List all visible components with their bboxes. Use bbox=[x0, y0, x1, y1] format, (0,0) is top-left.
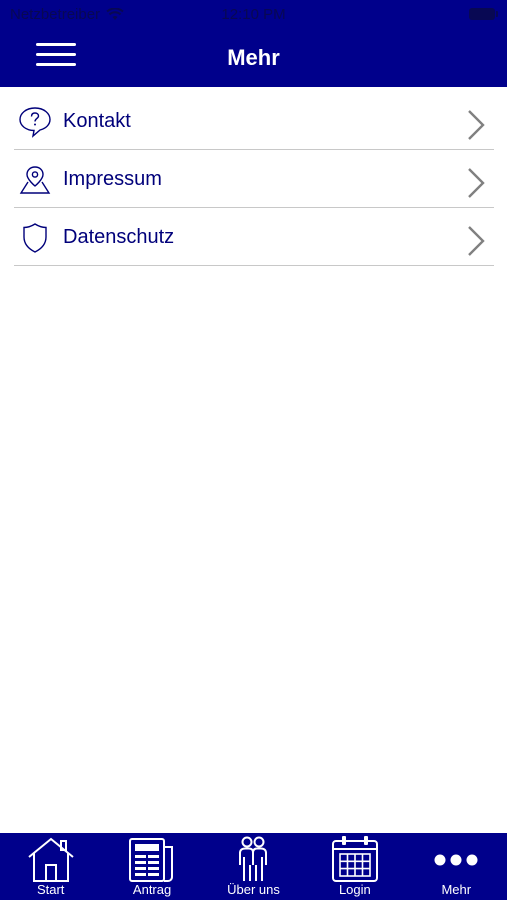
more-dots-icon bbox=[434, 854, 478, 866]
menu-item-kontakt[interactable]: Kontakt bbox=[14, 92, 494, 150]
more-menu-list: Kontakt Impressum Datenschutz bbox=[14, 92, 494, 266]
tab-start[interactable]: Start bbox=[0, 833, 101, 900]
tab-mehr[interactable]: Mehr bbox=[406, 833, 507, 900]
menu-item-label: Impressum bbox=[63, 168, 162, 190]
nav-header: Netzbetreiber 12:10 PM Mehr bbox=[0, 0, 507, 87]
menu-item-impressum[interactable]: Impressum bbox=[14, 150, 494, 208]
status-bar: Netzbetreiber 12:10 PM bbox=[0, 0, 507, 30]
tab-login[interactable]: Login bbox=[304, 833, 405, 900]
home-icon bbox=[28, 837, 74, 882]
question-bubble-icon bbox=[19, 107, 51, 138]
tab-label: Über uns bbox=[227, 882, 280, 897]
location-pin-icon bbox=[19, 166, 51, 194]
page-title: Mehr bbox=[227, 45, 280, 70]
tab-ueber-uns[interactable]: Über uns bbox=[203, 833, 304, 900]
people-icon bbox=[239, 836, 268, 881]
status-time: 12:10 PM bbox=[221, 6, 286, 23]
battery-icon bbox=[469, 8, 498, 20]
chevron-right-icon bbox=[468, 226, 485, 256]
tab-antrag[interactable]: Antrag bbox=[101, 833, 202, 900]
tab-label: Login bbox=[338, 882, 371, 897]
chevron-right-icon bbox=[468, 168, 485, 198]
menu-item-datenschutz[interactable]: Datenschutz bbox=[14, 208, 494, 266]
tab-label: Start bbox=[36, 882, 65, 897]
newspaper-icon bbox=[129, 838, 174, 882]
tab-label: Mehr bbox=[441, 882, 472, 897]
shield-icon bbox=[23, 223, 47, 253]
tab-bar: Start Antrag Über uns Login Mehr bbox=[0, 833, 507, 900]
calendar-icon bbox=[331, 836, 378, 882]
tab-label: Antrag bbox=[132, 882, 172, 897]
chevron-right-icon bbox=[468, 110, 485, 140]
menu-item-label: Kontakt bbox=[63, 110, 131, 132]
menu-item-label: Datenschutz bbox=[63, 226, 175, 248]
